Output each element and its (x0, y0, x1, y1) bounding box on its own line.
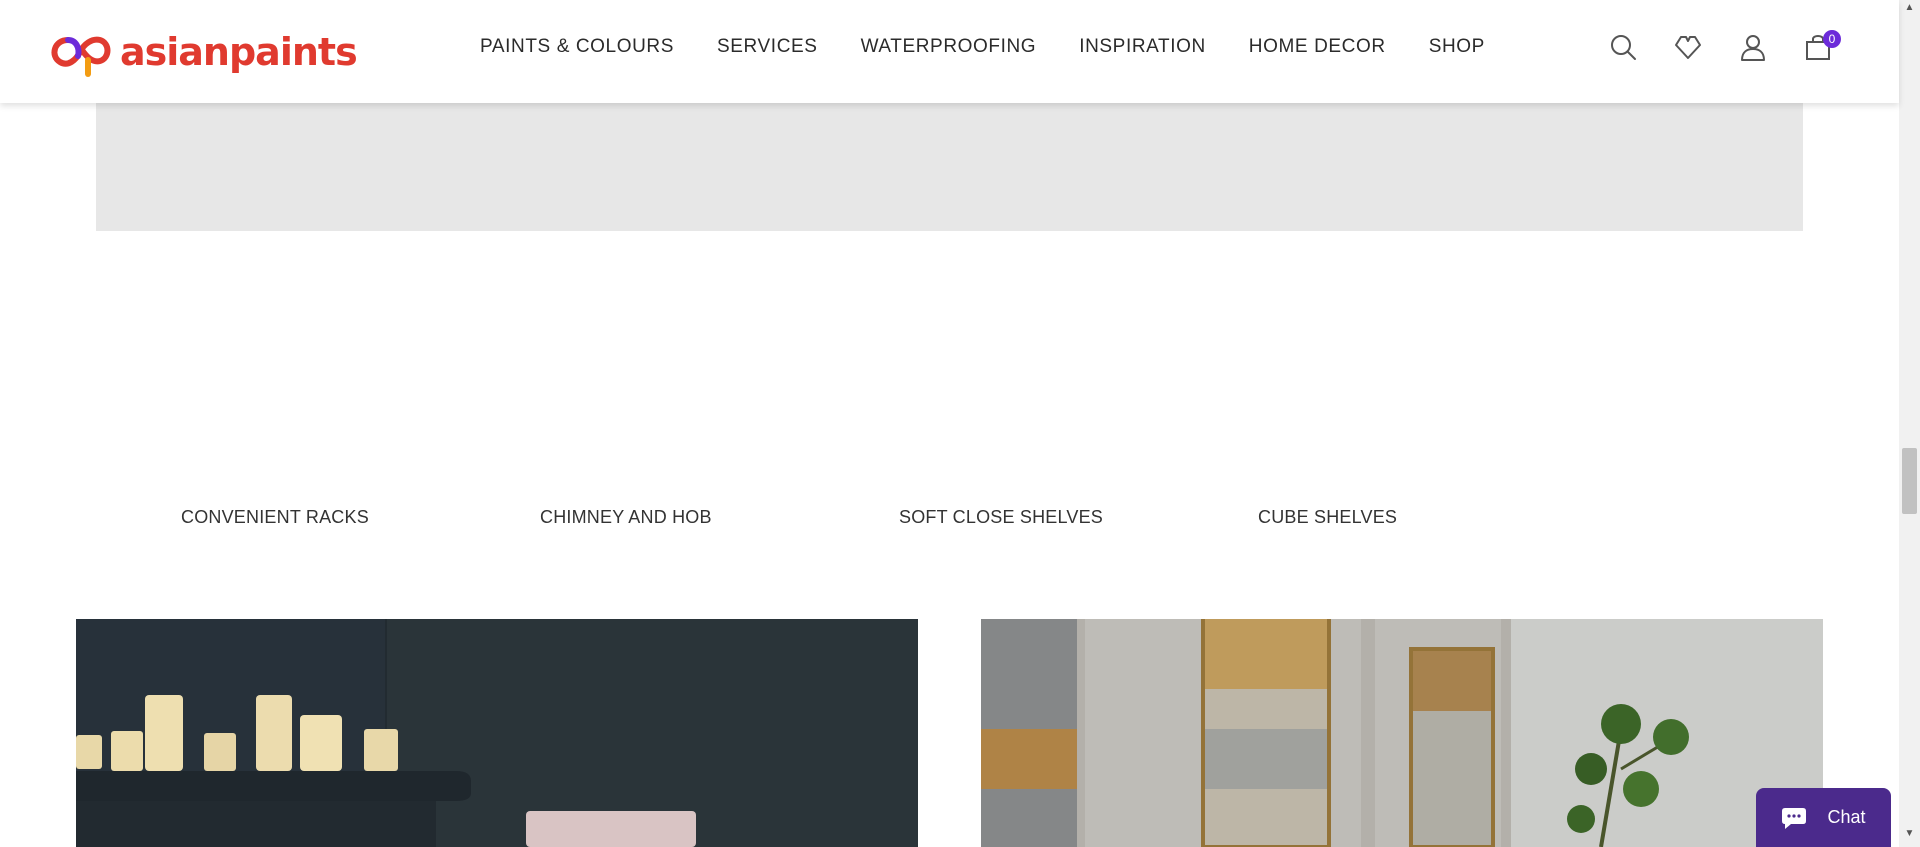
decor-image-candles[interactable] (76, 619, 918, 847)
user-icon (1741, 35, 1765, 61)
category-chimney-and-hob[interactable]: CHIMNEY AND HOB (540, 507, 899, 528)
shelf-categories: CONVENIENT RACKS CHIMNEY AND HOB SOFT CL… (181, 507, 1617, 528)
cart-count-badge: 0 (1823, 30, 1841, 48)
heart-icon (1675, 36, 1701, 59)
search-button[interactable] (1608, 32, 1642, 66)
wishlist-button[interactable] (1673, 32, 1707, 66)
brand-name: asianpaints (120, 30, 358, 74)
category-convenient-racks[interactable]: CONVENIENT RACKS (181, 507, 540, 528)
nav-item-paints-colours[interactable]: PAINTS & COLOURS (480, 36, 674, 58)
site-header: asianpaints PAINTS & COLOURS SERVICES WA… (0, 0, 1899, 103)
nav-item-home-decor[interactable]: HOME DECOR (1249, 36, 1386, 58)
category-soft-close-shelves[interactable]: SOFT CLOSE SHELVES (899, 507, 1258, 528)
category-cube-shelves[interactable]: CUBE SHELVES (1258, 507, 1617, 528)
cart-button[interactable]: 0 (1803, 30, 1841, 66)
nav-item-inspiration[interactable]: INSPIRATION (1079, 36, 1206, 58)
page-scrollbar[interactable]: ▲ ▼ (1899, 0, 1920, 847)
candles-mantel-image (76, 619, 918, 847)
search-icon (1611, 35, 1636, 60)
scroll-up-arrow-icon[interactable]: ▲ (1899, 2, 1920, 19)
asianpaints-logo[interactable]: asianpaints (48, 26, 358, 78)
main-nav: PAINTS & COLOURS SERVICES WATERPROOFING … (480, 36, 1528, 58)
scrollbar-thumb[interactable] (1902, 448, 1917, 514)
header-actions: 0 (1608, 30, 1868, 66)
nav-item-services[interactable]: SERVICES (717, 36, 818, 58)
account-button[interactable] (1738, 32, 1772, 66)
banner-placeholder (96, 103, 1803, 231)
nav-item-waterproofing[interactable]: WATERPROOFING (861, 36, 1037, 58)
decor-image-wall-art[interactable] (981, 619, 1823, 847)
wall-art-plant-image (981, 619, 1823, 847)
chat-label: Chat (1827, 807, 1866, 827)
logo-mark-icon (51, 36, 111, 77)
chat-bubble-icon (1782, 807, 1807, 829)
scroll-down-arrow-icon[interactable]: ▼ (1899, 828, 1920, 845)
chat-button[interactable]: Chat (1756, 788, 1891, 847)
nav-item-shop[interactable]: SHOP (1429, 36, 1485, 58)
